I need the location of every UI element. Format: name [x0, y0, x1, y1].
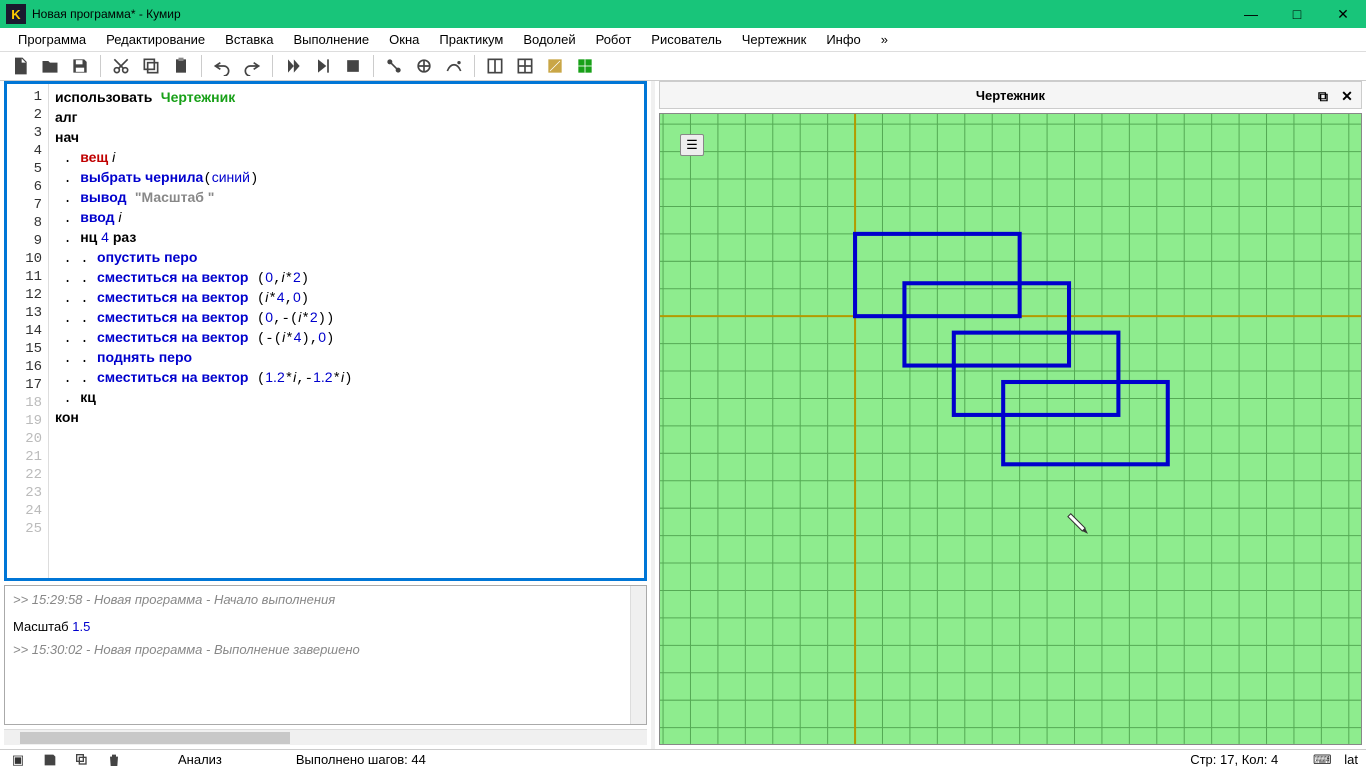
layout-button-3[interactable]: [541, 52, 569, 80]
console-output[interactable]: >> 15:29:58 - Новая программа - Начало в…: [5, 586, 630, 724]
layout-button-1[interactable]: [481, 52, 509, 80]
statusbar: ▣ Анализ Выполнено шагов: 44 Стр: 17, Ко…: [0, 749, 1366, 770]
menu-vodoley[interactable]: Водолей: [513, 28, 585, 51]
actor-button-2[interactable]: [410, 52, 438, 80]
menu-painter[interactable]: Рисователь: [641, 28, 731, 51]
line-gutter: 1234567891011121314151617181920212223242…: [7, 84, 49, 578]
menu-more[interactable]: »: [871, 28, 898, 51]
maximize-button[interactable]: □: [1274, 0, 1320, 28]
layout-button-4[interactable]: [571, 52, 599, 80]
drafter-drawing: [660, 114, 1361, 744]
canvas-menu-button[interactable]: ☰: [680, 134, 704, 156]
menu-edit[interactable]: Редактирование: [96, 28, 215, 51]
console-log-line: >> 15:30:02 - Новая программа - Выполнен…: [13, 642, 622, 657]
status-clear-icon[interactable]: [104, 750, 124, 770]
step-button[interactable]: [309, 52, 337, 80]
console-log-line: >> 15:29:58 - Новая программа - Начало в…: [13, 592, 622, 607]
layout-button-2[interactable]: [511, 52, 539, 80]
menu-program[interactable]: Программа: [8, 28, 96, 51]
actor-button-1[interactable]: [380, 52, 408, 80]
console-scrollbar-vertical[interactable]: [630, 586, 646, 724]
console-output-line: Масштаб 1.5: [13, 619, 622, 634]
window-title: Новая программа* - Кумир: [32, 7, 181, 21]
right-pane: Чертежник ⧉ ✕ ☰: [655, 81, 1366, 749]
menu-robot[interactable]: Робот: [586, 28, 642, 51]
menu-info[interactable]: Инфо: [816, 28, 870, 51]
code-editor[interactable]: 1234567891011121314151617181920212223242…: [4, 81, 647, 581]
undo-button[interactable]: [208, 52, 236, 80]
paste-button[interactable]: [167, 52, 195, 80]
open-file-button[interactable]: [36, 52, 64, 80]
status-lang[interactable]: lat: [1344, 752, 1358, 767]
app-icon: K: [6, 4, 26, 24]
main-area: 1234567891011121314151617181920212223242…: [0, 81, 1366, 749]
status-steps: Выполнено шагов: 44: [296, 752, 426, 767]
panel-close-button[interactable]: ✕: [1337, 86, 1357, 106]
status-copy-icon[interactable]: [72, 750, 92, 770]
stop-button[interactable]: [339, 52, 367, 80]
menu-practicum[interactable]: Практикум: [429, 28, 513, 51]
panel-popout-button[interactable]: ⧉: [1313, 86, 1333, 106]
minimize-button[interactable]: —: [1228, 0, 1274, 28]
drafter-canvas[interactable]: ☰: [659, 113, 1362, 745]
status-cursor-pos: Стр: 17, Кол: 4: [1190, 752, 1278, 767]
close-button[interactable]: ✕: [1320, 0, 1366, 28]
new-file-button[interactable]: [6, 52, 34, 80]
status-keyboard-icon[interactable]: ⌨: [1312, 750, 1332, 770]
menu-drafter[interactable]: Чертежник: [732, 28, 817, 51]
menu-insert[interactable]: Вставка: [215, 28, 283, 51]
redo-button[interactable]: [238, 52, 266, 80]
status-save-icon[interactable]: [40, 750, 60, 770]
console: >> 15:29:58 - Новая программа - Начало в…: [4, 585, 647, 725]
cut-button[interactable]: [107, 52, 135, 80]
save-file-button[interactable]: [66, 52, 94, 80]
menu-windows[interactable]: Окна: [379, 28, 429, 51]
code-content[interactable]: использовать Чертежник алг нач . вещ i .…: [49, 84, 644, 578]
toolbar: [0, 52, 1366, 81]
menu-execute[interactable]: Выполнение: [283, 28, 379, 51]
run-button[interactable]: [279, 52, 307, 80]
actor-button-3[interactable]: [440, 52, 468, 80]
left-pane: 1234567891011121314151617181920212223242…: [0, 81, 655, 749]
drafter-panel-header: Чертежник ⧉ ✕: [659, 81, 1362, 109]
copy-button[interactable]: [137, 52, 165, 80]
console-scrollbar-horizontal[interactable]: [4, 729, 647, 745]
drafter-panel-title: Чертежник: [976, 88, 1045, 103]
status-console-icon[interactable]: ▣: [8, 750, 28, 770]
titlebar: K Новая программа* - Кумир — □ ✕: [0, 0, 1366, 28]
status-analysis[interactable]: Анализ: [178, 752, 222, 767]
menubar: Программа Редактирование Вставка Выполне…: [0, 28, 1366, 52]
